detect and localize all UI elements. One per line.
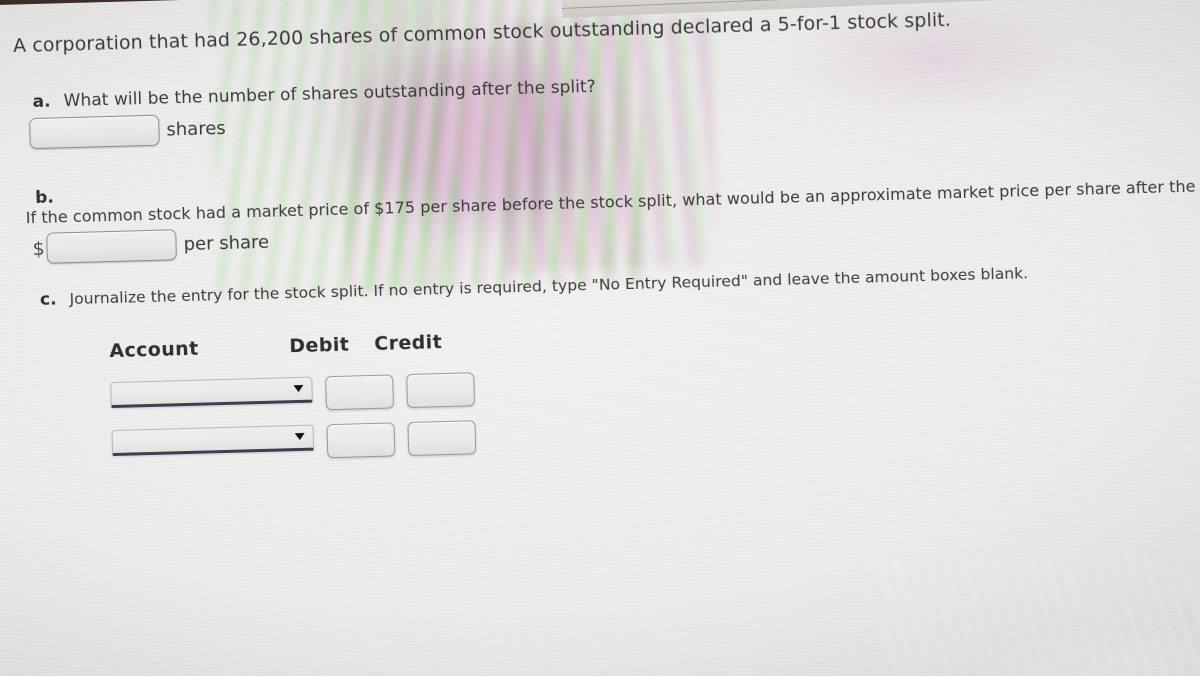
credit-input-row-2[interactable] bbox=[407, 420, 477, 457]
debit-input-row-2[interactable] bbox=[326, 422, 396, 459]
column-header-account: Account bbox=[109, 337, 199, 363]
chevron-down-icon bbox=[294, 432, 305, 441]
part-c: c. Journalize the entry for the stock sp… bbox=[20, 263, 1029, 310]
part-b-label: b. bbox=[34, 187, 55, 209]
journal-entry-table: Account Debit Credit bbox=[109, 330, 477, 478]
screen-glare-reflection bbox=[875, 550, 1200, 676]
part-a: a. What will be the number of shares out… bbox=[14, 77, 597, 150]
market-price-input[interactable] bbox=[46, 229, 178, 264]
part-b-unit-label: per share bbox=[183, 231, 270, 256]
credit-input-row-1[interactable] bbox=[406, 372, 476, 409]
debit-input-row-1[interactable] bbox=[325, 374, 395, 411]
table-row bbox=[111, 420, 477, 464]
column-header-credit: Credit bbox=[373, 331, 443, 355]
part-c-text: Journalize the entry for the stock split… bbox=[69, 264, 1029, 309]
part-a-label: a. bbox=[32, 91, 51, 113]
account-select-row-1[interactable] bbox=[110, 376, 313, 409]
column-header-debit: Debit bbox=[289, 333, 350, 358]
account-select-row-2[interactable] bbox=[111, 424, 315, 457]
monitor-screen: A corporation that had 26,200 shares of … bbox=[0, 0, 1200, 676]
shares-outstanding-input[interactable] bbox=[29, 114, 160, 150]
screenshot-root: … 2019 RENTALS SCR… A corporation that h… bbox=[0, 0, 1200, 676]
journal-header-row: Account Debit Credit bbox=[109, 330, 473, 362]
table-row bbox=[110, 372, 476, 416]
journal-rows bbox=[110, 372, 477, 464]
part-b: b. If the common stock had a market pric… bbox=[17, 155, 1200, 264]
part-c-label: c. bbox=[39, 289, 57, 310]
chevron-down-icon bbox=[293, 385, 304, 393]
part-a-unit-label: shares bbox=[166, 117, 226, 141]
dollar-sign-prefix: $ bbox=[32, 237, 45, 260]
question-intro: A corporation that had 26,200 shares of … bbox=[12, 8, 952, 57]
